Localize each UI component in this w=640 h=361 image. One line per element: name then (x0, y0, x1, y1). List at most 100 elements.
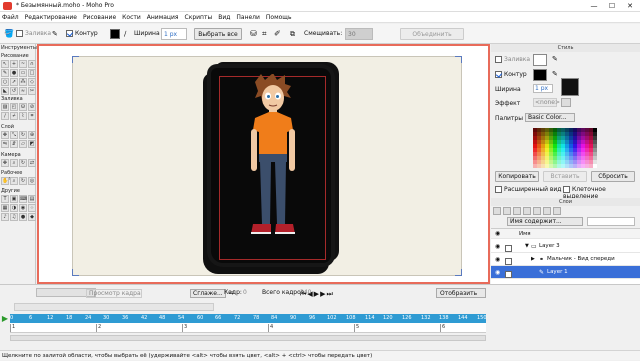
text-tool-icon[interactable]: T (1, 195, 9, 203)
bend-tool-icon[interactable]: ↺ (10, 87, 18, 95)
style-stroke-checkbox[interactable] (495, 71, 502, 78)
pan-tilt-camera-tool-icon[interactable]: ⇄ (28, 159, 36, 167)
curvature-tool-icon[interactable]: ~ (19, 60, 27, 68)
scale-layer-tool-icon[interactable]: ⤡ (10, 131, 18, 139)
roll-camera-tool-icon[interactable]: ↻ (19, 159, 27, 167)
paste-style-button[interactable]: Вставить (543, 171, 587, 182)
frame-ruler[interactable]: 0 6 12 18 24 30 36 42 48 54 60 66 72 78 84 90 96 102 108 11… (10, 314, 487, 323)
fill-color-swatch[interactable] (533, 54, 547, 66)
flip-horizontal-tool-icon[interactable]: ⇋ (1, 140, 9, 148)
rotate-workspace-tool-icon[interactable]: ↻ (19, 177, 27, 185)
ruler-tool-icon[interactable]: ▤ (28, 195, 36, 203)
stroke-exposure-tool-icon[interactable]: ⌇ (19, 112, 27, 120)
channel-row[interactable] (14, 303, 214, 311)
total-frames-input[interactable]: 240 (300, 289, 311, 296)
menu-scripts[interactable]: Скрипты (185, 14, 213, 21)
shear-tool-icon[interactable]: ▱ (19, 140, 27, 148)
line-width-tool-icon[interactable]: ∕ (1, 112, 9, 120)
layer-row-selected[interactable]: ◉ ✎ Layer 1 (491, 266, 640, 279)
menu-bones[interactable]: Кости (122, 14, 141, 21)
layer-down-icon[interactable] (543, 207, 551, 215)
keyboard-tool-icon[interactable]: ⌨ (19, 195, 27, 203)
visibility-eye-icon[interactable]: ◉ (495, 266, 500, 279)
minimize-button[interactable]: — (585, 1, 603, 11)
layer-select-checkbox[interactable] (505, 245, 512, 252)
merge-button[interactable]: Объединить (400, 28, 464, 40)
duplicate-layer-icon[interactable] (503, 207, 511, 215)
freehand-tool-icon[interactable]: ✎ (1, 69, 9, 77)
grid-tool-icon[interactable]: ▦ (1, 204, 9, 212)
delete-edge-tool-icon[interactable]: ✂ (28, 87, 36, 95)
pan-workspace-tool-icon[interactable]: ✋ (1, 177, 9, 185)
zoom-camera-tool-icon[interactable]: ⌕ (10, 159, 18, 167)
translate-layer-tool-icon[interactable]: ✥ (1, 131, 9, 139)
expand-arrow-icon[interactable]: ▼ (525, 240, 529, 253)
layer-select-checkbox[interactable] (505, 258, 512, 265)
play-range-select[interactable]: Просмотр кадра (86, 289, 142, 298)
audio-tool-icon[interactable]: ♫ (10, 213, 18, 221)
scatter-brush-tool-icon[interactable]: ⁂ (19, 78, 27, 86)
visibility-eye-icon[interactable]: ◉ (495, 253, 500, 266)
smooth-input[interactable]: 30 (345, 28, 373, 40)
color-palette[interactable] (533, 128, 597, 168)
sound-tool-icon[interactable]: ♪ (1, 213, 9, 221)
layer-3d-tool-icon[interactable]: ◩ (28, 140, 36, 148)
stroke-color-swatch-panel[interactable] (533, 69, 547, 81)
reset-style-button[interactable]: Сбросить (591, 171, 635, 182)
select-all-button[interactable]: Выбрать все (194, 28, 242, 40)
orbit-workspace-tool-icon[interactable]: ◎ (28, 177, 36, 185)
advanced-checkbox[interactable] (495, 186, 502, 193)
blob-brush-tool-icon[interactable]: ● (10, 69, 18, 77)
flip-vertical-tool-icon[interactable]: ⇵ (10, 140, 18, 148)
eraser-tool-icon[interactable]: ▭ (19, 69, 27, 77)
delete-layer-icon[interactable] (513, 207, 521, 215)
collapse-arrow-icon[interactable]: ▶ (531, 253, 535, 266)
fill-checkbox[interactable] (16, 30, 23, 37)
palette-select[interactable]: Basic Color... (525, 113, 575, 122)
menu-view[interactable]: Вид (218, 14, 230, 21)
layer-row[interactable]: ◉ ▼ ▭ Layer 3 (491, 240, 640, 253)
maximize-button[interactable]: ☐ (603, 1, 621, 11)
effect-select[interactable]: <none> (533, 98, 560, 107)
close-button[interactable]: ✕ (621, 1, 639, 11)
select-shape-tool-icon[interactable]: ▨ (1, 103, 9, 111)
palette-swatch[interactable] (593, 164, 597, 168)
effect-edit-button[interactable] (561, 98, 571, 107)
image-tool-icon[interactable]: ▣ (10, 195, 18, 203)
visibility-eye-icon[interactable]: ◉ (495, 240, 500, 253)
rectangle-tool-icon[interactable]: □ (28, 69, 36, 77)
shape-tool-icon[interactable]: ◇ (28, 78, 36, 86)
paint-bucket-tool-icon[interactable]: ⛁ (19, 103, 27, 111)
extra-tool-icon[interactable]: ◆ (28, 213, 36, 221)
display-select[interactable]: Отобразить (436, 288, 486, 298)
canvas-view[interactable] (37, 44, 490, 284)
menu-animation[interactable]: Анимация (147, 14, 179, 21)
boy-character[interactable] (229, 74, 319, 264)
stroke-color-swatch[interactable] (110, 29, 120, 39)
magnet-tool-icon[interactable]: ∩ (28, 60, 36, 68)
menu-help[interactable]: Помощь (266, 14, 292, 21)
create-shape-tool-icon[interactable]: ◰ (10, 103, 18, 111)
transform-points-tool-icon[interactable]: ↖ (1, 60, 9, 68)
add-point-tool-icon[interactable]: + (10, 60, 18, 68)
particle-tool-icon[interactable]: ⁘ (28, 204, 36, 212)
track-camera-tool-icon[interactable]: ✥ (1, 159, 9, 167)
timeline-scrollbar[interactable] (10, 335, 486, 341)
menu-file[interactable]: Файл (2, 14, 19, 21)
eyedropper-tool-icon[interactable]: ⌗ (28, 112, 36, 120)
stroke-checkbox[interactable] (66, 30, 73, 37)
width-input[interactable]: 1 px (161, 28, 187, 40)
perspective-tool-icon[interactable]: ◣ (1, 87, 9, 95)
seconds-ruler[interactable]: 1 2 3 4 5 6 (10, 323, 486, 333)
physics-tool-icon[interactable]: ◉ (19, 204, 27, 212)
layer-filter-input[interactable] (587, 217, 635, 226)
menu-panels[interactable]: Панели (236, 14, 260, 21)
style-width-input[interactable]: 1 px (533, 84, 553, 93)
cell-select-checkbox[interactable] (563, 186, 570, 193)
layer-filter-select[interactable]: Имя содержит... (507, 217, 583, 226)
arrow-tool-icon[interactable]: ➚ (10, 78, 18, 86)
layer-group-icon[interactable] (553, 207, 561, 215)
layer-select-checkbox[interactable] (505, 271, 512, 278)
rotate-layer-tool-icon[interactable]: ↻ (19, 131, 27, 139)
layer-row[interactable]: ◉ ▶ ⚭ Мальчик - Вид спереди (491, 253, 640, 266)
